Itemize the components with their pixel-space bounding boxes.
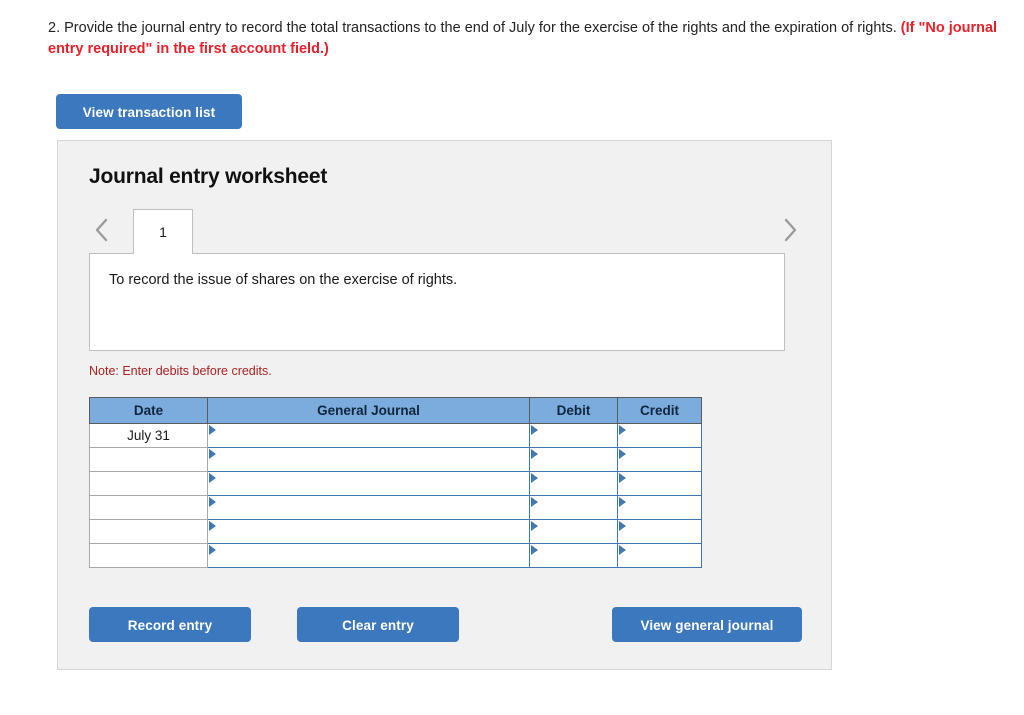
worksheet-tabstrip: 1 (89, 209, 803, 254)
debit-input[interactable] (529, 519, 618, 544)
date-cell[interactable] (89, 543, 208, 568)
general-journal-input[interactable] (207, 543, 530, 568)
date-cell[interactable] (89, 447, 208, 472)
table-header-row: Date General Journal Debit Credit (89, 397, 702, 424)
table-row (89, 543, 702, 568)
credit-input[interactable] (617, 543, 702, 568)
table-row (89, 447, 702, 472)
credit-input[interactable] (617, 519, 702, 544)
dropdown-triangle-icon (619, 497, 626, 507)
question-number: 2. (48, 20, 61, 36)
journal-entry-table-body: July 31 (89, 423, 702, 568)
dropdown-triangle-icon (209, 473, 216, 483)
dropdown-triangle-icon (531, 449, 538, 459)
record-entry-button[interactable]: Record entry (89, 607, 251, 642)
dropdown-triangle-icon (531, 473, 538, 483)
date-cell[interactable]: July 31 (89, 423, 208, 448)
general-journal-input[interactable] (207, 423, 530, 448)
question-text: Provide the journal entry to record the … (64, 20, 897, 36)
dropdown-triangle-icon (619, 449, 626, 459)
debit-input[interactable] (529, 495, 618, 520)
journal-entry-worksheet-panel: Journal entry worksheet 1 To record the … (57, 140, 832, 670)
worksheet-description-box: To record the issue of shares on the exe… (89, 253, 785, 351)
column-header-credit: Credit (617, 397, 702, 424)
general-journal-input[interactable] (207, 519, 530, 544)
view-general-journal-button[interactable]: View general journal (612, 607, 802, 642)
clear-entry-button[interactable]: Clear entry (297, 607, 459, 642)
dropdown-triangle-icon (531, 425, 538, 435)
credit-input[interactable] (617, 423, 702, 448)
dropdown-triangle-icon (531, 521, 538, 531)
table-row: July 31 (89, 423, 702, 448)
credit-input[interactable] (617, 495, 702, 520)
dropdown-triangle-icon (209, 545, 216, 555)
dropdown-triangle-icon (619, 545, 626, 555)
dropdown-triangle-icon (619, 521, 626, 531)
table-row (89, 471, 702, 496)
general-journal-input[interactable] (207, 471, 530, 496)
chevron-right-icon[interactable] (777, 213, 803, 247)
debit-input[interactable] (529, 423, 618, 448)
question-prompt: 2. Provide the journal entry to record t… (48, 18, 1008, 60)
tab-merge-strip (134, 253, 191, 255)
credit-input[interactable] (617, 447, 702, 472)
journal-entry-table: Date General Journal Debit Credit July 3… (89, 397, 702, 568)
debit-input[interactable] (529, 543, 618, 568)
date-cell[interactable] (89, 495, 208, 520)
worksheet-description-text: To record the issue of shares on the exe… (109, 272, 458, 288)
dropdown-triangle-icon (531, 545, 538, 555)
dropdown-triangle-icon (209, 425, 216, 435)
date-cell[interactable] (89, 471, 208, 496)
dropdown-triangle-icon (209, 497, 216, 507)
table-row (89, 519, 702, 544)
date-cell[interactable] (89, 519, 208, 544)
general-journal-input[interactable] (207, 495, 530, 520)
debits-before-credits-note: Note: Enter debits before credits. (89, 364, 272, 378)
column-header-date: Date (89, 397, 208, 424)
dropdown-triangle-icon (209, 521, 216, 531)
debit-input[interactable] (529, 447, 618, 472)
worksheet-title: Journal entry worksheet (89, 165, 328, 188)
credit-input[interactable] (617, 471, 702, 496)
chevron-left-icon[interactable] (89, 213, 115, 247)
debit-input[interactable] (529, 471, 618, 496)
dropdown-triangle-icon (209, 449, 216, 459)
view-transaction-list-button[interactable]: View transaction list (56, 94, 242, 129)
column-header-general-journal: General Journal (207, 397, 530, 424)
column-header-debit: Debit (529, 397, 618, 424)
dropdown-triangle-icon (531, 497, 538, 507)
worksheet-tab-1[interactable]: 1 (133, 209, 193, 254)
dropdown-triangle-icon (619, 425, 626, 435)
table-row (89, 495, 702, 520)
dropdown-triangle-icon (619, 473, 626, 483)
general-journal-input[interactable] (207, 447, 530, 472)
